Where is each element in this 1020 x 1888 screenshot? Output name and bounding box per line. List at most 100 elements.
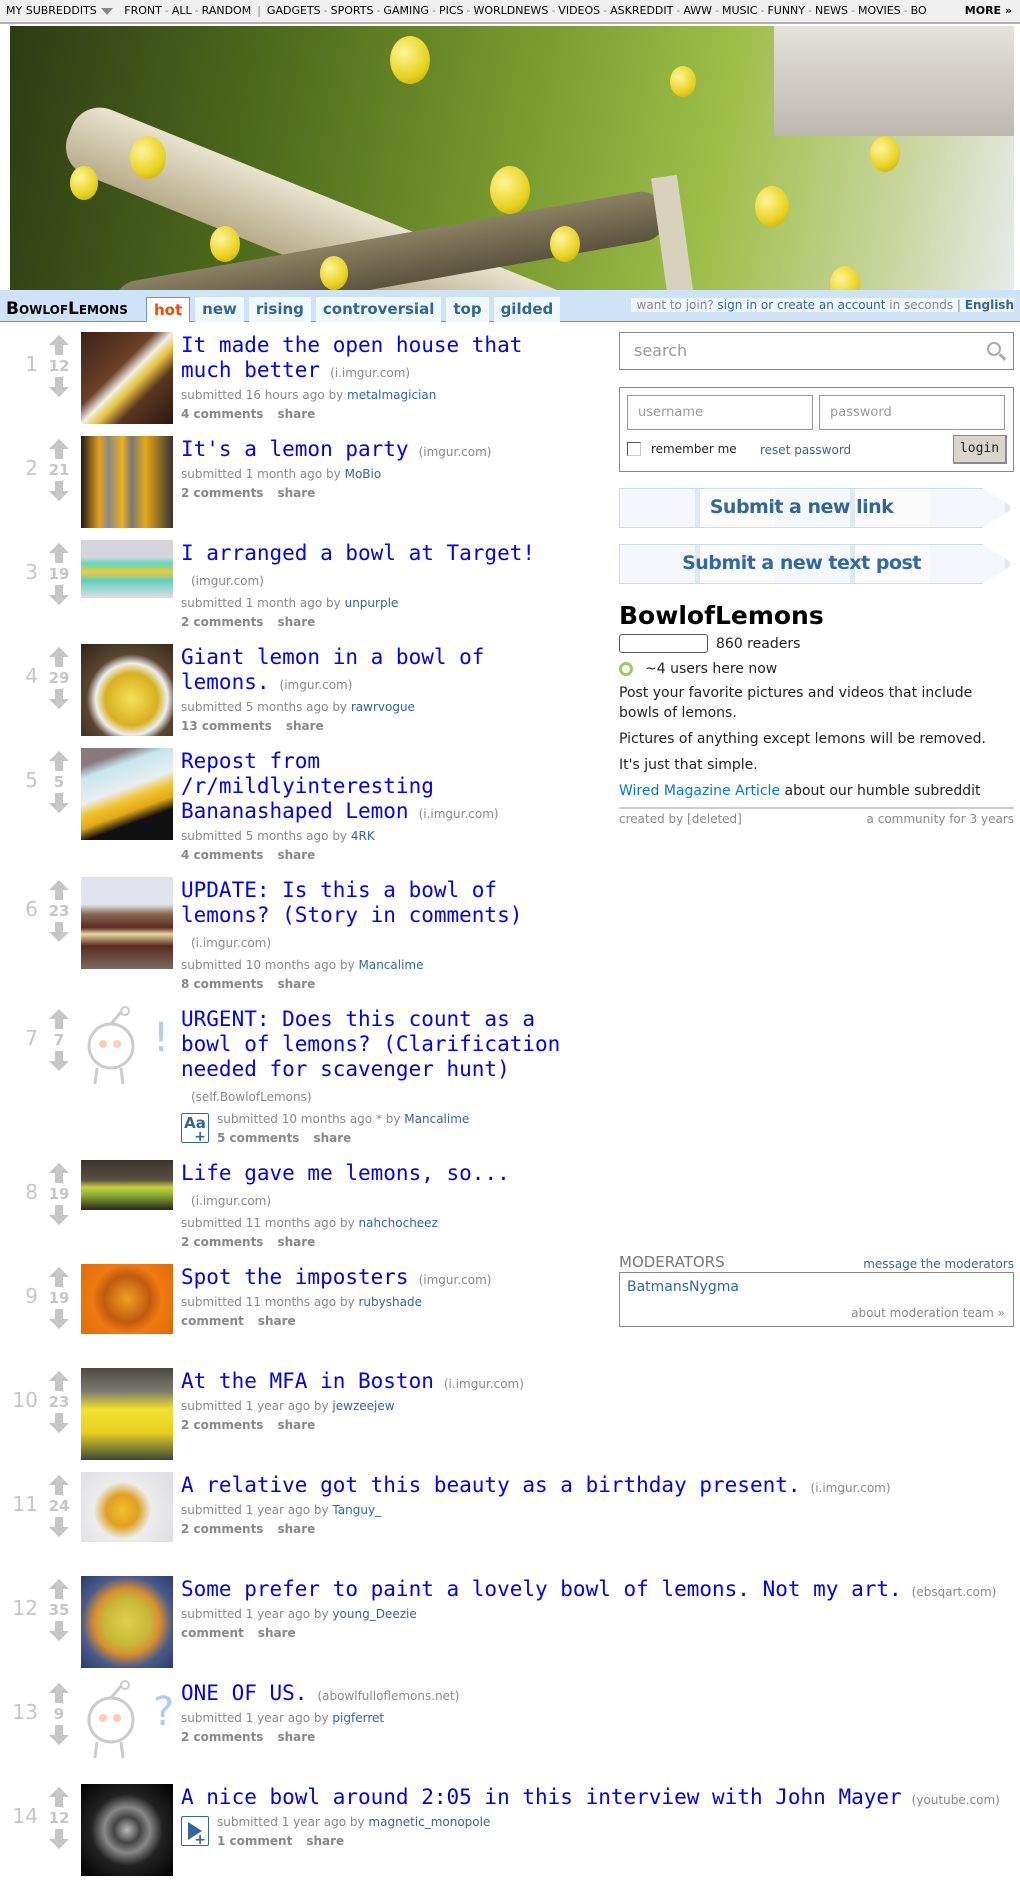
downvote-arrow-icon[interactable] [48, 921, 70, 943]
post-thumbnail[interactable] [81, 748, 173, 840]
post-title-link[interactable]: A relative got this beauty as a birthday… [181, 1473, 801, 1497]
post-domain[interactable]: (youtube.com) [912, 1793, 1000, 1807]
post-domain[interactable]: (self.BowlofLemons) [191, 1090, 312, 1104]
post-title-link[interactable]: Spot the imposters [181, 1265, 409, 1289]
author-link[interactable]: rubyshade [358, 1295, 421, 1309]
downvote-arrow-icon[interactable] [48, 1620, 70, 1642]
topbar-subreddit-link[interactable]: Gaming [383, 4, 429, 17]
upvote-arrow-icon[interactable] [48, 1786, 70, 1808]
topbar-subreddit-link[interactable]: AskReddit [610, 4, 673, 17]
share-button[interactable]: share [277, 848, 315, 862]
post-thumbnail[interactable] [81, 540, 173, 598]
post-thumbnail[interactable] [81, 1160, 173, 1210]
more-link[interactable]: more » [954, 0, 1020, 22]
author-link[interactable]: magnetic_monopole [368, 1815, 490, 1829]
downvote-arrow-icon[interactable] [48, 1828, 70, 1850]
author-link[interactable]: MoBio [345, 467, 382, 481]
post-domain[interactable]: (imgur.com) [280, 678, 353, 692]
tab-new[interactable]: new [195, 297, 244, 322]
comments-link[interactable]: 2 comments [181, 486, 263, 500]
comments-link[interactable]: 8 comments [181, 977, 263, 991]
share-button[interactable]: share [277, 1418, 315, 1432]
post-title-link[interactable]: Some prefer to paint a lovely bowl of le… [181, 1577, 902, 1601]
upvote-arrow-icon[interactable] [48, 1682, 70, 1704]
topbar-subreddit-link[interactable]: Bo [911, 4, 927, 17]
author-link[interactable]: Tanguy_ [332, 1503, 381, 1517]
comments-link[interactable]: 2 comments [181, 1235, 263, 1249]
topbar-subreddit-link[interactable]: Worldnews [473, 4, 548, 17]
comments-link[interactable]: comment [181, 1626, 244, 1640]
tab-rising[interactable]: rising [248, 297, 311, 322]
share-button[interactable]: share [258, 1314, 296, 1328]
upvote-arrow-icon[interactable] [48, 750, 70, 772]
topbar-subreddit-link[interactable]: Funny [767, 4, 805, 17]
post-domain[interactable]: (abowlfulloflemons.net) [317, 1689, 459, 1703]
share-button[interactable]: share [277, 486, 315, 500]
post-thumbnail[interactable]: ! [81, 1006, 173, 1098]
downvote-arrow-icon[interactable] [48, 792, 70, 814]
author-link[interactable]: 4RK [351, 829, 375, 843]
comments-link[interactable]: 13 comments [181, 719, 272, 733]
share-button[interactable]: share [277, 1522, 315, 1536]
post-title-link[interactable]: URGENT: Does this count as a bowl of lem… [181, 1007, 560, 1081]
upvote-arrow-icon[interactable] [48, 1008, 70, 1030]
topbar-subreddit-link[interactable]: Sports [331, 4, 374, 17]
post-domain[interactable]: (imgur.com) [191, 574, 264, 588]
post-domain[interactable]: (i.imgur.com) [811, 1481, 891, 1495]
share-button[interactable]: share [313, 1131, 351, 1145]
upvote-arrow-icon[interactable] [48, 1266, 70, 1288]
post-thumbnail[interactable] [81, 1576, 173, 1668]
post-thumbnail[interactable] [81, 436, 173, 528]
author-link[interactable]: Mancalime [358, 958, 423, 972]
share-button[interactable]: share [277, 977, 315, 991]
share-button[interactable]: share [277, 615, 315, 629]
post-title-link[interactable]: It's a lemon party [181, 437, 409, 461]
upvote-arrow-icon[interactable] [48, 1370, 70, 1392]
upvote-arrow-icon[interactable] [48, 1474, 70, 1496]
post-title-link[interactable]: At the MFA in Boston [181, 1369, 434, 1393]
upvote-arrow-icon[interactable] [48, 646, 70, 668]
topbar-subreddit-link[interactable]: Movies [858, 4, 901, 17]
my-subreddits-dropdown[interactable]: My Subreddits [6, 4, 121, 17]
sign-in-link[interactable]: sign in or create an account [718, 298, 886, 312]
author-link[interactable]: pigferret [332, 1711, 384, 1725]
post-thumbnail[interactable] [81, 877, 173, 969]
upvote-arrow-icon[interactable] [48, 1162, 70, 1184]
text-expand-icon[interactable]: Aa + [181, 1113, 209, 1145]
author-link[interactable]: unpurple [345, 596, 399, 610]
post-thumbnail[interactable] [81, 1368, 173, 1460]
comments-link[interactable]: 2 comments [181, 1730, 263, 1744]
tab-gilded[interactable]: gilded [493, 297, 561, 322]
share-button[interactable]: share [306, 1834, 344, 1848]
downvote-arrow-icon[interactable] [48, 1724, 70, 1746]
author-link[interactable]: jewzeejew [332, 1399, 394, 1413]
downvote-arrow-icon[interactable] [48, 1204, 70, 1226]
topbar-subreddit-link[interactable]: Aww [683, 4, 712, 17]
video-expand-icon[interactable]: + [181, 1816, 209, 1848]
topbar-subreddit-link[interactable]: Gadgets [267, 4, 321, 17]
comments-link[interactable]: 2 comments [181, 1418, 263, 1432]
topbar-subreddit-link[interactable]: News [815, 4, 848, 17]
comments-link[interactable]: comment [181, 1314, 244, 1328]
post-title-link[interactable]: Life gave me lemons, so... [181, 1161, 510, 1185]
downvote-arrow-icon[interactable] [48, 1412, 70, 1434]
share-button[interactable]: share [277, 1730, 315, 1744]
post-domain[interactable]: (ebsqart.com) [912, 1585, 997, 1599]
post-domain[interactable]: (imgur.com) [419, 445, 492, 459]
author-link[interactable]: Mancalime [404, 1112, 469, 1126]
share-button[interactable]: share [286, 719, 324, 733]
upvote-arrow-icon[interactable] [48, 438, 70, 460]
topbar-link[interactable]: Random [202, 4, 252, 17]
subreddit-name[interactable]: BowlofLemons [6, 299, 128, 319]
post-thumbnail[interactable] [81, 1264, 173, 1334]
downvote-arrow-icon[interactable] [48, 480, 70, 502]
post-title-link[interactable]: I arranged a bowl at Target! [181, 541, 535, 565]
post-thumbnail[interactable] [81, 332, 173, 424]
comments-link[interactable]: 2 comments [181, 1522, 263, 1536]
upvote-arrow-icon[interactable] [48, 542, 70, 564]
post-domain[interactable]: (i.imgur.com) [419, 807, 499, 821]
comments-link[interactable]: 1 comment [217, 1834, 292, 1848]
share-button[interactable]: share [258, 1626, 296, 1640]
upvote-arrow-icon[interactable] [48, 334, 70, 356]
post-domain[interactable]: (i.imgur.com) [330, 366, 410, 380]
